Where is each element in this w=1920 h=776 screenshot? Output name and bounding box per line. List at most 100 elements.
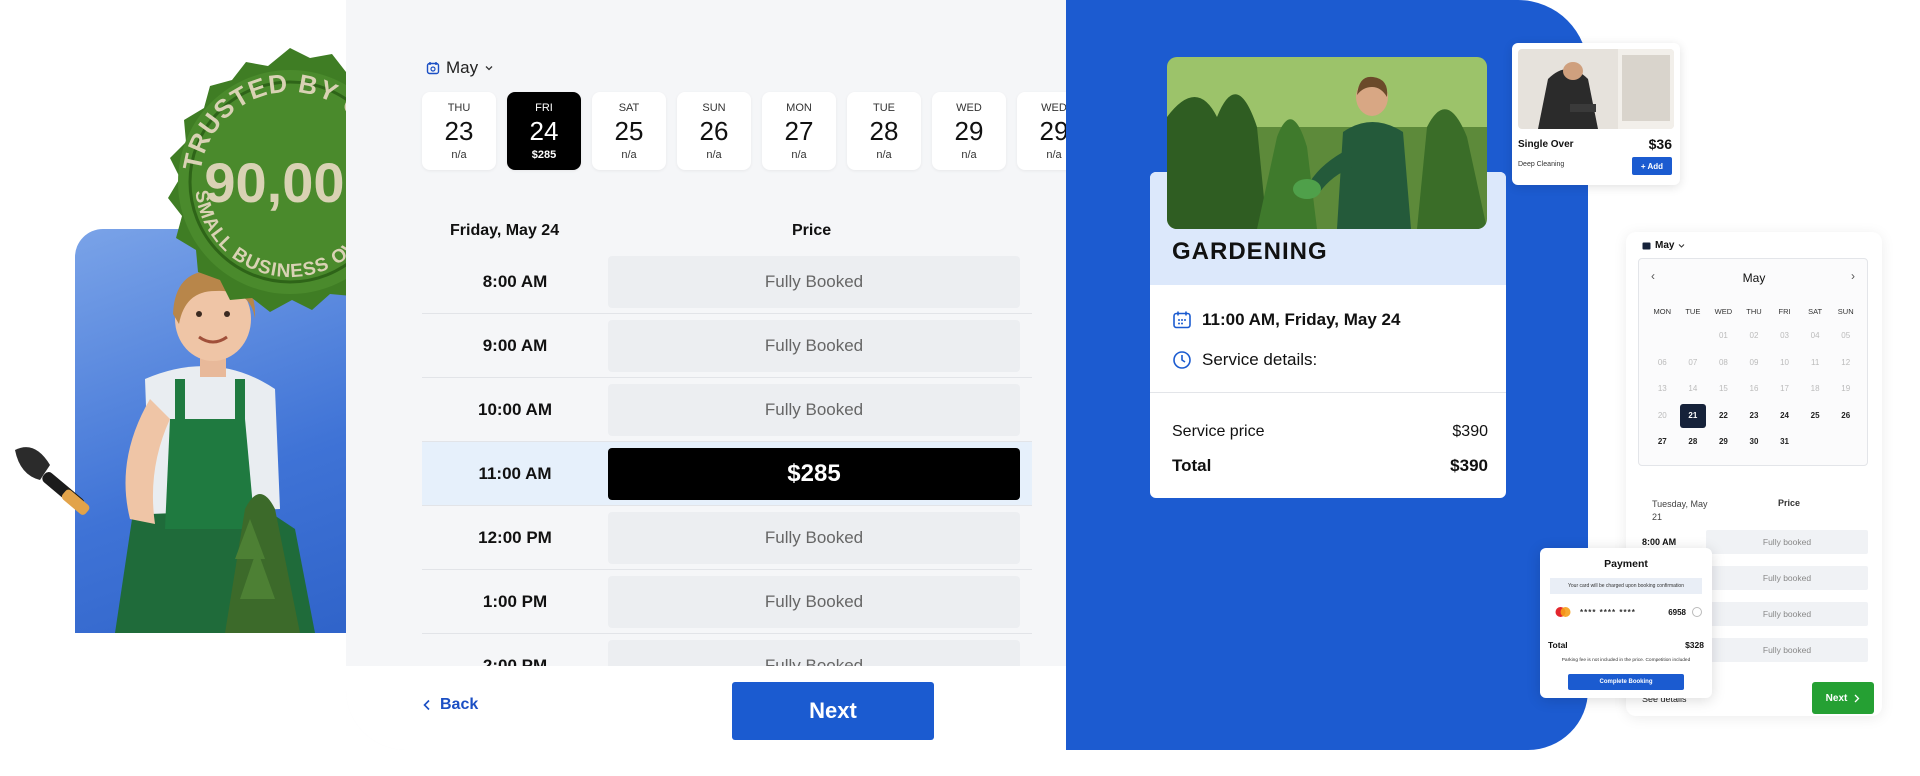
date-price: n/a bbox=[961, 148, 977, 161]
calendar-day: 14 bbox=[1688, 384, 1698, 394]
date-cell[interactable]: MON 27 n/a bbox=[762, 92, 836, 170]
calendar-weekday: SUN bbox=[1837, 307, 1854, 316]
date-dow: SUN bbox=[702, 101, 726, 114]
month-selector[interactable]: May bbox=[426, 58, 494, 78]
date-price: n/a bbox=[791, 148, 807, 161]
service-details-row[interactable]: Service details: bbox=[1172, 350, 1317, 370]
scheduler-footer: Back Next bbox=[346, 666, 1066, 750]
calendar-day[interactable]: 30 bbox=[1739, 429, 1770, 456]
calendar-day[interactable]: 22 bbox=[1708, 403, 1739, 430]
product-name: Single Over bbox=[1518, 139, 1574, 150]
calendar-day[interactable]: 26 bbox=[1830, 403, 1861, 430]
service-datetime-row: 11:00 AM, Friday, May 24 bbox=[1172, 310, 1400, 330]
date-price: n/a bbox=[876, 148, 892, 161]
gardener-photo bbox=[1167, 57, 1487, 229]
saved-card-row[interactable]: **** **** **** 6958 bbox=[1554, 606, 1702, 618]
calendar-day: 20 bbox=[1657, 410, 1667, 420]
calendar-next-button[interactable]: Next bbox=[1812, 682, 1874, 714]
slot-time: 8:00 AM bbox=[482, 271, 548, 291]
time-slot-row[interactable]: 9:00 AM Fully Booked bbox=[422, 314, 1032, 378]
card-radio[interactable] bbox=[1692, 607, 1702, 617]
service-total-label: Total bbox=[1172, 456, 1212, 475]
calendar-icon bbox=[426, 62, 440, 75]
calendar-icon bbox=[1642, 242, 1651, 250]
chevron-right-icon[interactable]: › bbox=[1851, 269, 1855, 283]
date-strip: THU 23 n/a FRI 24 $285 SAT 25 n/a SUN 26 n/a MON… bbox=[422, 92, 1066, 170]
calendar-day[interactable]: 23 bbox=[1739, 403, 1770, 430]
date-cell[interactable]: THU 23 n/a bbox=[422, 92, 496, 170]
date-cell[interactable]: WED 29 n/a bbox=[932, 92, 1006, 170]
date-num: 24 bbox=[529, 115, 559, 146]
calendar-slot[interactable]: Fully booked bbox=[1706, 638, 1868, 662]
calendar-empty-cell bbox=[1800, 429, 1831, 456]
calendar-day: 18 bbox=[1810, 384, 1820, 394]
date-dow: TUE bbox=[873, 101, 895, 114]
service-price-label: Service price bbox=[1172, 423, 1265, 440]
calendar-day: 03 bbox=[1780, 331, 1790, 340]
date-cell-selected[interactable]: FRI 24 $285 bbox=[507, 92, 581, 170]
calendar-day[interactable]: 28 bbox=[1678, 429, 1709, 456]
add-button[interactable]: + Add bbox=[1632, 157, 1672, 175]
calendar-weekday: WED bbox=[1714, 307, 1733, 316]
slot-time: 1:00 PM bbox=[482, 591, 548, 611]
calendar-day: 02 bbox=[1749, 331, 1759, 340]
date-cell[interactable]: WED 29 n/a bbox=[1017, 92, 1066, 170]
date-dow: WED bbox=[956, 101, 982, 114]
payment-total-row: Total $328 bbox=[1548, 640, 1704, 650]
payment-card: Payment Your card will be charged upon b… bbox=[1540, 548, 1712, 698]
time-slot-row-selected[interactable]: 11:00 AM $285 bbox=[422, 442, 1032, 506]
slot-time: 10:00 AM bbox=[477, 399, 552, 419]
calendar-slot[interactable]: Fully booked bbox=[1706, 530, 1868, 554]
calendar-grid: MON TUE WED THU FRI SAT SUN 01 02 03 04 05 06 07 08 09 1… bbox=[1647, 301, 1861, 456]
calendar-next-label: Next bbox=[1825, 692, 1848, 704]
date-cell[interactable]: SAT 25 n/a bbox=[592, 92, 666, 170]
calendar-day[interactable]: 31 bbox=[1769, 429, 1800, 456]
date-cell[interactable]: SUN 26 n/a bbox=[677, 92, 751, 170]
calendar-day: 01 bbox=[1718, 331, 1728, 340]
calendar-day: 17 bbox=[1780, 384, 1790, 394]
date-num: 28 bbox=[869, 115, 899, 146]
date-dow: MON bbox=[786, 101, 812, 114]
time-slot-row[interactable]: 12:00 PM Fully Booked bbox=[422, 506, 1032, 570]
slot-price: Fully Booked bbox=[608, 319, 1020, 372]
next-button[interactable]: Next bbox=[732, 682, 934, 740]
calendar-day[interactable]: 24 bbox=[1769, 403, 1800, 430]
calendar-day: 08 bbox=[1718, 357, 1728, 367]
calendar-day: 15 bbox=[1718, 384, 1728, 394]
product-card[interactable]: Single Over $36 Deep Cleaning + Add bbox=[1512, 43, 1680, 185]
chevron-down-icon bbox=[1679, 244, 1685, 248]
cleaning-worker-image bbox=[1518, 49, 1674, 129]
slot-price: Fully Booked bbox=[608, 255, 1020, 308]
calendar-day[interactable]: 25 bbox=[1800, 403, 1831, 430]
chevron-right-icon bbox=[1854, 694, 1860, 702]
slot-time: 11:00 AM bbox=[478, 463, 552, 483]
time-slot-row[interactable]: 10:00 AM Fully Booked bbox=[422, 378, 1032, 442]
date-price: n/a bbox=[706, 148, 722, 161]
calendar-empty-cell bbox=[1647, 323, 1678, 350]
calendar-day[interactable]: 29 bbox=[1708, 429, 1739, 456]
calendar-day: 07 bbox=[1688, 357, 1698, 367]
calendar-day[interactable]: 27 bbox=[1647, 429, 1678, 456]
gardening-scene-image bbox=[1167, 57, 1487, 229]
calendar-slot[interactable]: Fully booked bbox=[1706, 602, 1868, 626]
time-slot-row[interactable]: 1:00 PM Fully Booked bbox=[422, 570, 1032, 634]
calendar-slot[interactable]: Fully booked bbox=[1706, 566, 1868, 590]
payment-fee-note: Parking fee is not included in the price… bbox=[1561, 658, 1691, 663]
slot-time: 12:00 PM bbox=[478, 527, 552, 547]
date-cell[interactable]: TUE 28 n/a bbox=[847, 92, 921, 170]
calendar-day: 04 bbox=[1810, 331, 1820, 340]
back-button[interactable]: Back bbox=[422, 696, 478, 714]
calendar-price-label: Price bbox=[1778, 498, 1801, 508]
service-price-row: Service price $390 bbox=[1172, 423, 1488, 441]
calendar-day: 19 bbox=[1841, 384, 1851, 394]
calendar-day[interactable]: 21 bbox=[1678, 403, 1709, 430]
price-header: Price bbox=[792, 222, 832, 239]
calendar-empty-cell bbox=[1830, 429, 1861, 456]
complete-booking-button[interactable]: Complete Booking bbox=[1568, 674, 1684, 690]
divider bbox=[1150, 392, 1506, 393]
calendar-weekday: MON bbox=[1653, 307, 1672, 316]
calendar-day: 05 bbox=[1841, 331, 1851, 340]
calendar-month-selector[interactable]: May bbox=[1642, 240, 1685, 251]
time-slot-row[interactable]: 8:00 AM Fully Booked bbox=[422, 250, 1032, 314]
date-num: 25 bbox=[614, 115, 644, 146]
